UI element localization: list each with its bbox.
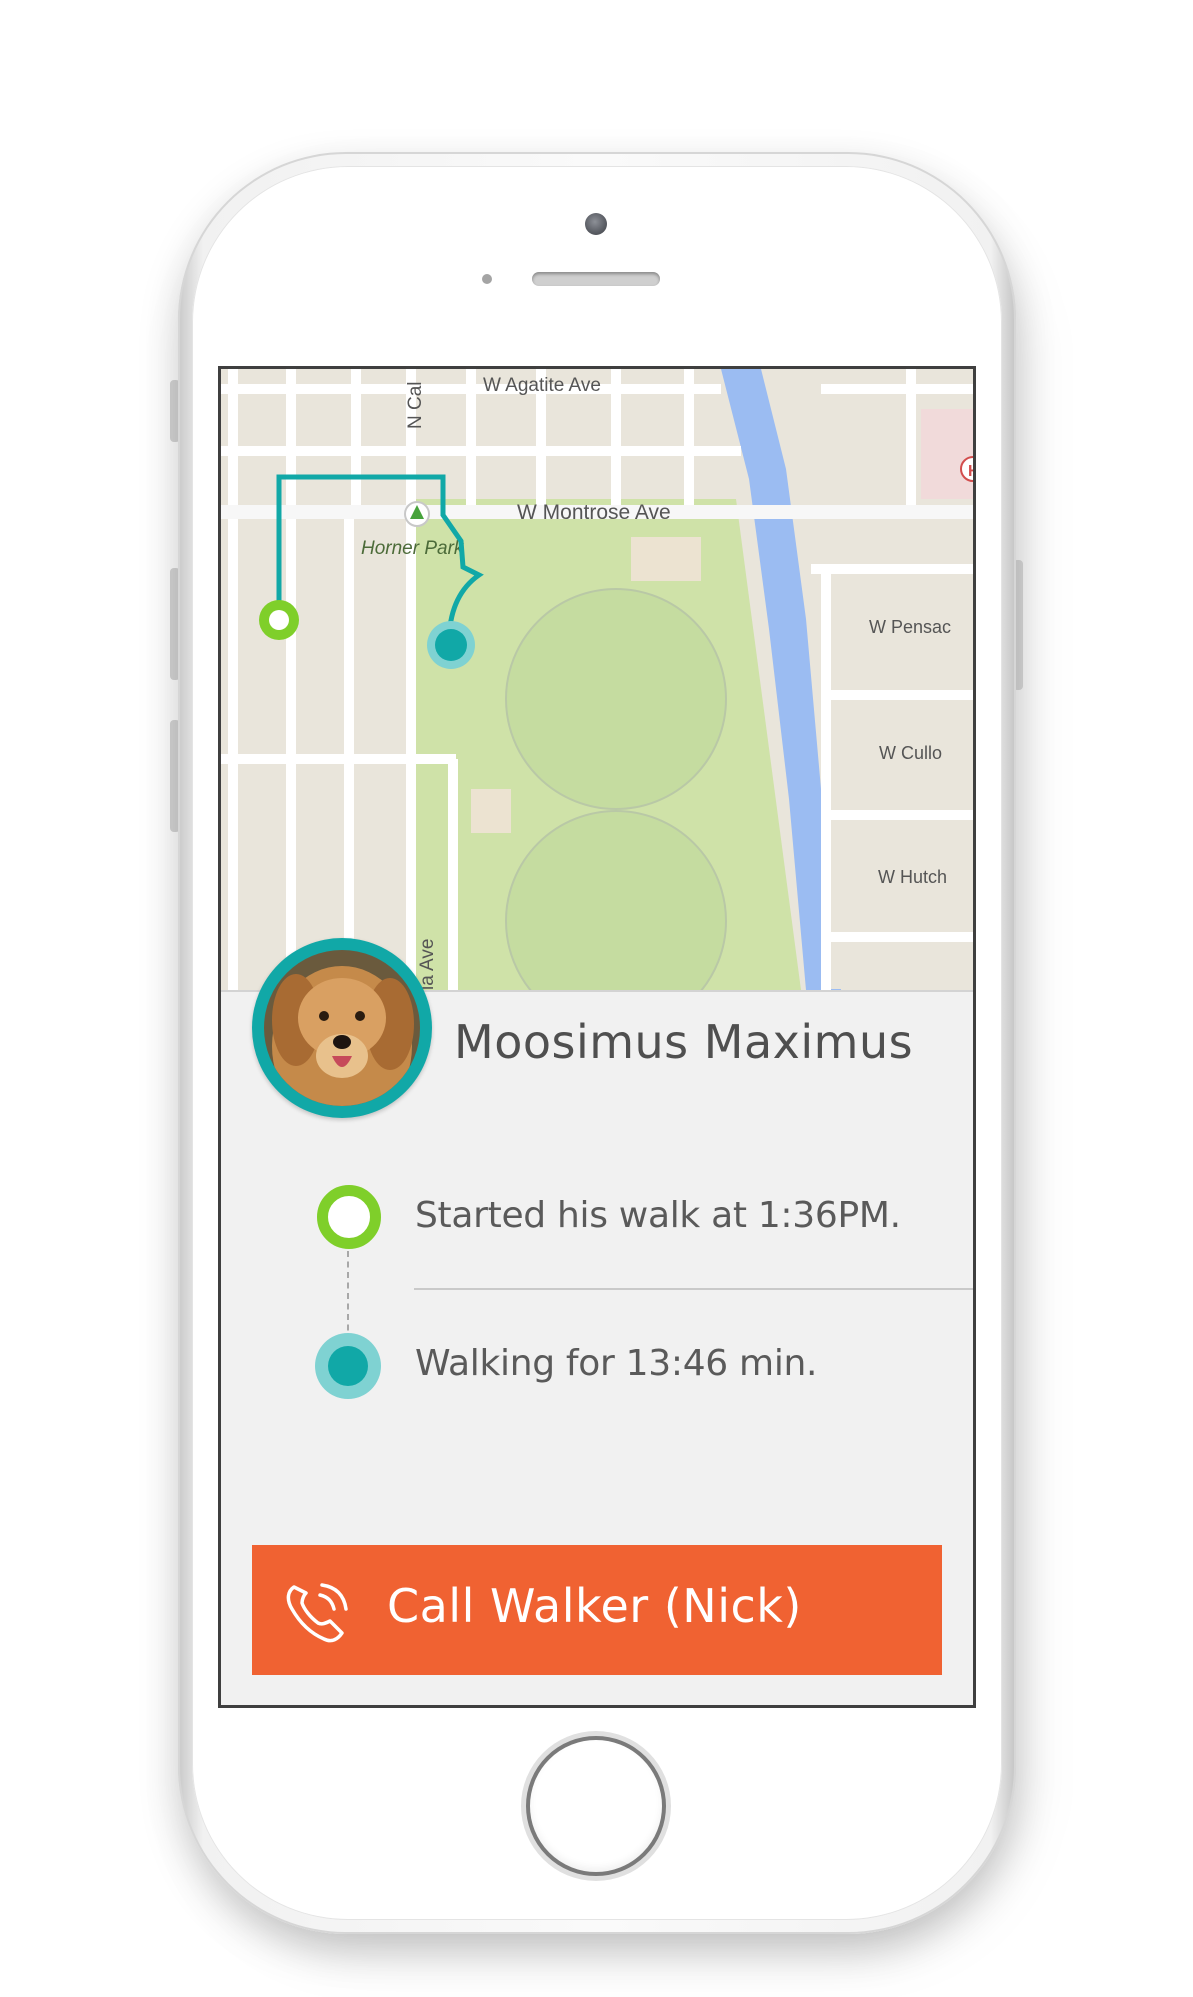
app-screen: W Agatite Ave N Cal W Montrose Ave W Pen… [218, 366, 976, 1708]
pet-name: Moosimus Maximus [454, 1015, 914, 1069]
walk-map[interactable]: W Agatite Ave N Cal W Montrose Ave W Pen… [221, 369, 973, 990]
home-button[interactable] [526, 1736, 666, 1876]
street-label-hutch: W Hutch [878, 867, 947, 887]
street-label-montrose: W Montrose Ave [517, 501, 671, 524]
mockup-stage: W Agatite Ave N Cal W Montrose Ave W Pen… [0, 0, 1193, 1997]
street-label-cullo: W Cullo [879, 743, 942, 763]
dog-photo-icon [264, 950, 420, 1106]
map-canvas: W Agatite Ave N Cal W Montrose Ave W Pen… [221, 369, 973, 990]
timeline-separator [414, 1288, 973, 1290]
call-walker-label: Call Walker (Nick) [387, 1579, 802, 1633]
phone-ringing-icon [286, 1583, 348, 1643]
street-label-pensac: W Pensac [869, 617, 951, 637]
svg-text:H: H [968, 463, 973, 480]
walk-duration-text: Walking for 13:46 min. [415, 1343, 818, 1384]
walk-start-text: Started his walk at 1:36PM. [415, 1195, 901, 1236]
pet-avatar[interactable] [252, 938, 432, 1118]
timeline-connector [347, 1251, 349, 1341]
street-label-ncal: N Cal [405, 381, 426, 429]
proximity-sensor [482, 274, 492, 284]
call-walker-button[interactable]: Call Walker (Nick) [252, 1545, 942, 1675]
street-label-agatite: W Agatite Ave [483, 375, 601, 396]
park-label: Horner Park [361, 538, 465, 559]
earpiece-speaker [532, 272, 660, 286]
front-camera [585, 213, 607, 235]
walk-start-indicator [313, 1181, 385, 1253]
walk-current-indicator [315, 1333, 381, 1399]
